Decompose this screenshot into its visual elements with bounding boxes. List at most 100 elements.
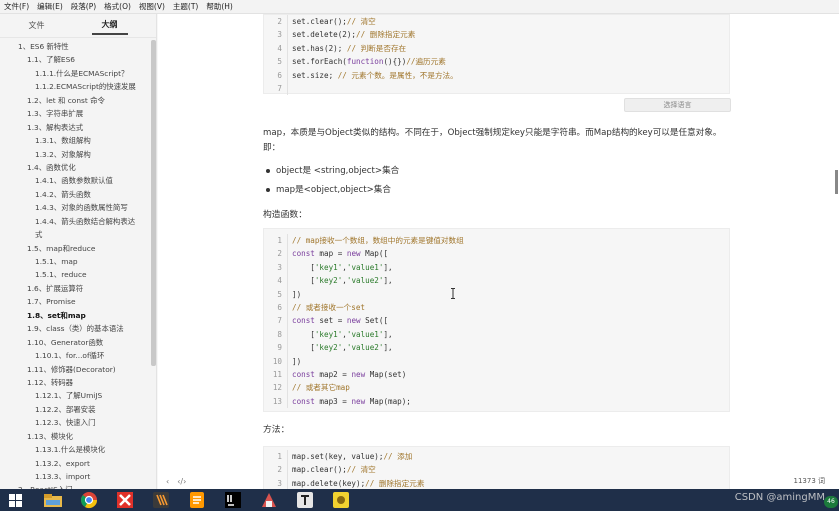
outline-item[interactable]: 1.10.1、for...of循环	[0, 349, 150, 362]
code-text[interactable]: set.clear();// 清空	[292, 15, 376, 28]
outline-item[interactable]: 1.12、转码器	[0, 376, 150, 389]
sublime-icon[interactable]	[147, 490, 174, 510]
editor-scrollbar-thumb[interactable]	[835, 170, 838, 194]
outline-item[interactable]: 1.4.3、对象的函数属性简写	[0, 201, 150, 214]
code-line[interactable]: 2 set.clear();// 清空	[264, 15, 729, 29]
menu-item[interactable]: 视图(V)	[135, 1, 169, 12]
windows-start-icon[interactable]	[2, 490, 29, 510]
outline-item[interactable]: 1.13.3、import	[0, 470, 150, 483]
typora-icon[interactable]	[291, 490, 318, 510]
code-line[interactable]: 1 map.set(key, value);// 添加	[264, 450, 729, 464]
menu-item[interactable]: 编辑(E)	[33, 1, 67, 12]
code-text[interactable]: const map3 = new Map(map);	[292, 395, 411, 408]
outline-item[interactable]: 1.13、模块化	[0, 430, 150, 443]
word-count[interactable]: 11373 词	[794, 476, 826, 486]
outline-item[interactable]: 1.2、let 和 const 命令	[0, 94, 150, 107]
code-text[interactable]: // 或者接收一个set	[292, 301, 365, 314]
tab-outline[interactable]: 大纲	[91, 16, 128, 35]
code-line[interactable]: 7	[264, 81, 729, 96]
code-text[interactable]: ])	[292, 288, 301, 301]
code-line[interactable]: 5])	[264, 287, 729, 301]
code-block-set-methods[interactable]: 2 set.clear();// 清空 3 set.delete(2);// 删除指定…	[263, 14, 730, 96]
code-line[interactable]: 2 const map = new Map([	[264, 247, 729, 261]
outline-item[interactable]: 式	[0, 228, 150, 241]
toggle-sidebar-icon[interactable]: ‹	[166, 477, 169, 486]
code-text[interactable]: ['key2','value2'],	[292, 274, 392, 287]
menu-item[interactable]: 段落(P)	[67, 1, 100, 12]
outline-item[interactable]: 1.8、set和map	[0, 309, 150, 322]
outline-item[interactable]: 1.1.2.ECMAScript的快速发展	[0, 80, 150, 93]
code-block-constructor[interactable]: 1 // map接收一个数组，数组中的元素是键值对数组 2 const map = n…	[263, 228, 730, 412]
outline-item[interactable]: 1、ES6 新特性	[0, 40, 150, 53]
outline-item[interactable]: 1.4.2、箭头函数	[0, 188, 150, 201]
outline-item[interactable]: 1.1.1.什么是ECMAScript？	[0, 67, 150, 80]
outline-item[interactable]: 1.5.1、map	[0, 255, 150, 268]
code-line[interactable]: 8 ['key1','value1'],	[264, 327, 729, 342]
outline-item[interactable]: 1.10、Generator函数	[0, 336, 150, 349]
code-line[interactable]: 3 ['key1','value1'],	[264, 260, 729, 275]
outline-item[interactable]: 1.3、字符串扩展	[0, 107, 150, 120]
web-app-icon[interactable]	[255, 490, 282, 510]
code-text[interactable]: const set = new Set([	[292, 314, 388, 327]
outline-item[interactable]: 1.5、map和reduce	[0, 242, 150, 255]
outline-item[interactable]: 1.12.2、部署安装	[0, 403, 150, 416]
code-text[interactable]: const map = new Map([	[292, 247, 388, 260]
menu-item[interactable]: 帮助(H)	[202, 1, 237, 12]
source-code-mode-icon[interactable]: ‹/›	[177, 477, 186, 486]
code-text[interactable]: set.has(2); // 判断是否存在	[292, 42, 406, 55]
outline-item[interactable]: 1.6、扩展运算符	[0, 282, 150, 295]
code-text[interactable]: ['key2','value2'],	[292, 341, 392, 354]
code-text[interactable]: ['key1','value1'],	[292, 328, 392, 341]
code-line[interactable]: 7 const set = new Set([	[264, 314, 729, 328]
code-text[interactable]: ['key1','value1'],	[292, 261, 392, 274]
editor-area[interactable]: 2 set.clear();// 清空 3 set.delete(2);// 删除指定…	[158, 14, 839, 489]
code-line[interactable]: 4 ['key2','value2'],	[264, 274, 729, 288]
code-text[interactable]: ])	[292, 355, 301, 368]
code-text[interactable]: const map2 = new Map(set)	[292, 368, 406, 381]
xmind-icon[interactable]	[111, 490, 138, 510]
code-line[interactable]: 1 // map接收一个数组，数组中的元素是键值对数组	[264, 234, 729, 248]
notification-badge[interactable]: 46	[824, 496, 838, 508]
code-line[interactable]: 3 set.delete(2);// 删除指定元素	[264, 28, 729, 42]
sublime-text-icon[interactable]	[183, 490, 210, 510]
code-line[interactable]: 11 const map2 = new Map(set)	[264, 367, 729, 382]
code-line[interactable]: 9 ['key2','value2'],	[264, 341, 729, 355]
code-text[interactable]: // map接收一个数组，数组中的元素是键值对数组	[292, 234, 464, 247]
file-explorer-icon[interactable]	[39, 490, 66, 510]
note-app-icon[interactable]	[327, 490, 354, 510]
select-language-button[interactable]: 选择语言	[624, 98, 731, 112]
sidebar-scrollbar[interactable]	[151, 40, 156, 366]
menu-item[interactable]: 文件(F)	[0, 1, 33, 12]
editor-scrollbar[interactable]	[835, 14, 839, 489]
outline-item[interactable]: 1.3、解构表达式	[0, 121, 150, 134]
outline-item[interactable]: 1.4.4、箭头函数结合解构表达	[0, 215, 150, 228]
intellij-icon[interactable]	[219, 490, 246, 510]
outline-item[interactable]: 1.1、了解ES6	[0, 53, 150, 66]
code-text[interactable]: map.set(key, value);// 添加	[292, 450, 412, 463]
code-text[interactable]: // 或者其它map	[292, 381, 350, 394]
code-line[interactable]: 13 const map3 = new Map(map);	[264, 394, 729, 409]
chrome-icon[interactable]	[75, 490, 102, 510]
outline-item[interactable]: 1.13.2、export	[0, 457, 150, 470]
code-line[interactable]: 4 set.has(2); // 判断是否存在	[264, 41, 729, 56]
code-text[interactable]: set.delete(2);// 删除指定元素	[292, 28, 415, 41]
outline-item[interactable]: 1.3.2、对象解构	[0, 148, 150, 161]
outline-item[interactable]: 1.4、函数优化	[0, 161, 150, 174]
code-text[interactable]: set.size; // 元素个数。是属性，不是方法。	[292, 69, 458, 82]
menu-item[interactable]: 主题(T)	[169, 1, 202, 12]
menu-item[interactable]: 格式(O)	[100, 1, 135, 12]
code-line[interactable]: 6 set.size; // 元素个数。是属性，不是方法。	[264, 68, 729, 82]
code-line[interactable]: 10])	[264, 354, 729, 368]
tab-files[interactable]: 文件	[19, 17, 55, 34]
outline-item[interactable]: 1.11、修饰器(Decorator)	[0, 363, 150, 376]
outline-item[interactable]: 1.5.1、reduce	[0, 268, 150, 281]
code-line[interactable]: 12 // 或者其它map	[264, 381, 729, 395]
outline-item[interactable]: 1.4.1、函数参数默认值	[0, 174, 150, 187]
outline-item[interactable]: 1.13.1.什么是模块化	[0, 443, 150, 456]
outline-item[interactable]: 1.12.3、快速入门	[0, 416, 150, 429]
code-line[interactable]: 5 set.forEach(function(){})//遍历元素	[264, 55, 729, 69]
outline-item[interactable]: 1.3.1、数组解构	[0, 134, 150, 147]
outline-item[interactable]: 1.12.1、了解UmiJS	[0, 389, 150, 402]
outline-item[interactable]: 1.7、Promise	[0, 295, 150, 308]
code-text[interactable]: set.forEach(function(){})//遍历元素	[292, 55, 446, 68]
